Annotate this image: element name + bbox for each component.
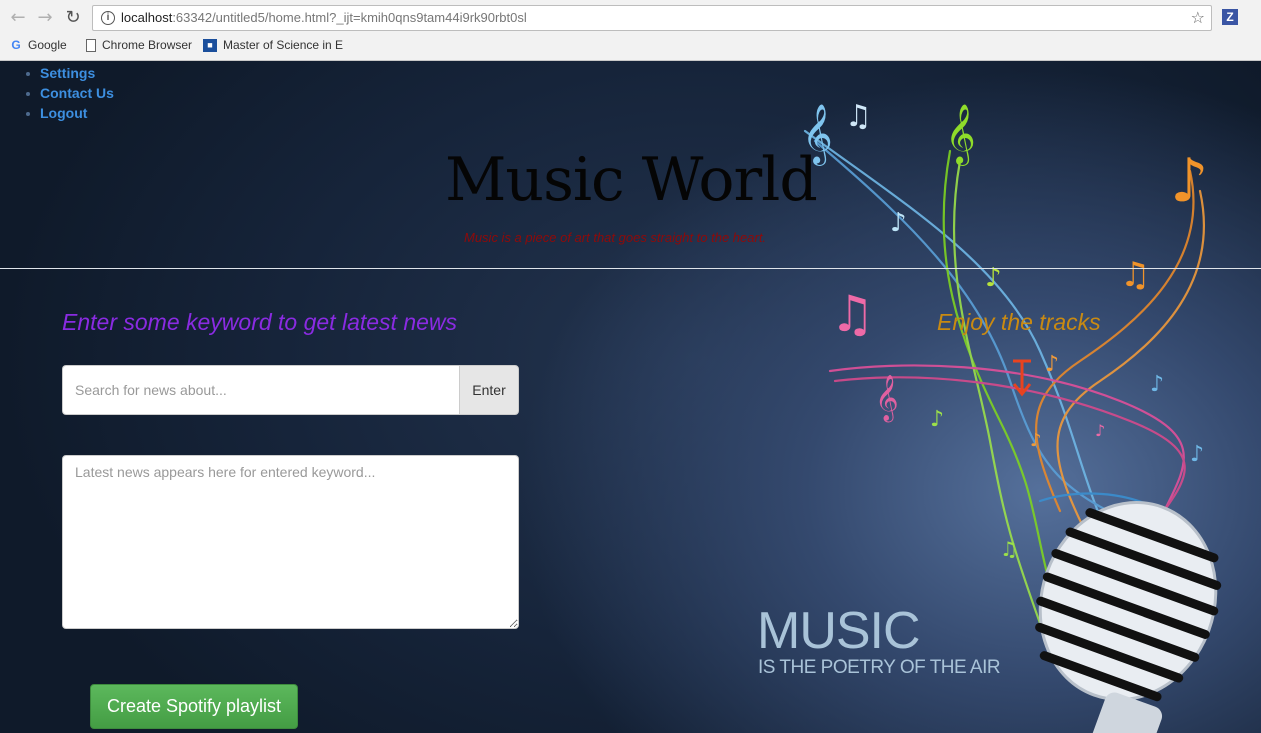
svg-text:♪: ♪ [1045, 352, 1059, 377]
music-hero-subtitle: IS THE POETRY OF THE AIR [758, 657, 1001, 678]
bookmark-chrome-browser[interactable]: Chrome Browser [86, 38, 192, 52]
svg-text:♫: ♫ [830, 285, 875, 343]
svg-text:𝄞: 𝄞 [875, 375, 899, 423]
page-icon [86, 38, 96, 52]
nav-item-contact: Contact Us [24, 83, 114, 103]
address-bar[interactable]: i localhost:63342/untitled5/home.html?_i… [92, 5, 1212, 31]
page-content: 𝄞 ♫ 𝄞 ♪ ♪ ♫ ♫ ♪ 𝄞 ♪ ♪ ♪ ♪ ♪ ♪ ♫ Settings… [0, 61, 1261, 733]
svg-text:♪: ♪ [890, 208, 907, 238]
university-icon: ■ [203, 38, 217, 52]
svg-text:♪: ♪ [1170, 146, 1208, 216]
news-search-input[interactable] [62, 365, 459, 415]
bookmark-master-of-science[interactable]: ■ Master of Science in E [203, 38, 343, 52]
url-text[interactable]: localhost:63342/untitled5/home.html?_ijt… [121, 10, 527, 25]
microphone-graphic [1035, 501, 1222, 733]
enter-button[interactable]: Enter [459, 365, 519, 415]
google-icon: G [11, 37, 21, 52]
header-divider [0, 268, 1261, 269]
bookmark-google[interactable]: G Google [10, 37, 67, 52]
nav-item-logout: Logout [24, 103, 114, 123]
info-icon[interactable]: i [101, 11, 115, 25]
bookmark-label: Chrome Browser [102, 38, 193, 52]
news-search-group: Enter [62, 365, 519, 415]
news-heading: Enter some keyword to get latest news [62, 309, 458, 335]
svg-text:𝄞: 𝄞 [945, 104, 976, 166]
svg-text:♫: ♫ [845, 99, 872, 134]
bookmark-star-icon[interactable]: ☆ [1191, 8, 1205, 27]
svg-text:♪: ♪ [930, 407, 944, 432]
back-arrow-icon[interactable]: ← [8, 8, 28, 28]
svg-text:♪: ♪ [1150, 372, 1164, 397]
url-path: :63342/untitled5/home.html?_ijt=kmih0qns… [172, 10, 527, 25]
extension-icon[interactable]: Z [1222, 9, 1238, 25]
contact-us-link[interactable]: Contact Us [40, 85, 114, 101]
svg-text:♪: ♪ [1095, 421, 1105, 440]
bookmark-label: Master of Science in E [223, 38, 344, 52]
page-title: Music World [445, 145, 818, 215]
tagline: Music is a piece of art that goes straig… [464, 230, 767, 245]
nav-menu: Settings Contact Us Logout [24, 63, 114, 123]
nav-item-settings: Settings [24, 63, 114, 83]
url-host: localhost [121, 10, 173, 25]
settings-link[interactable]: Settings [40, 65, 95, 81]
forward-arrow-icon[interactable]: → [35, 8, 55, 28]
news-output-textarea[interactable] [62, 455, 519, 629]
svg-text:♪: ♪ [1190, 442, 1204, 467]
svg-text:♫: ♫ [1120, 255, 1150, 295]
create-spotify-playlist-button[interactable]: Create Spotify playlist [90, 684, 298, 729]
music-hero-word: MUSIC [757, 602, 921, 660]
bookmark-label: Google [28, 38, 67, 52]
browser-chrome: ← → ↻ i localhost:63342/untitled5/home.h… [0, 0, 1261, 61]
reload-icon[interactable]: ↻ [63, 8, 83, 28]
logout-link[interactable]: Logout [40, 105, 87, 121]
svg-text:♫: ♫ [1000, 537, 1018, 561]
bookmarks-bar: G Google Chrome Browser ■ Master of Scie… [0, 36, 1261, 56]
svg-text:♪: ♪ [1030, 430, 1042, 451]
tracks-heading: Enjoy the tracks [937, 309, 1101, 335]
arrow-down-icon[interactable] [1010, 359, 1034, 399]
